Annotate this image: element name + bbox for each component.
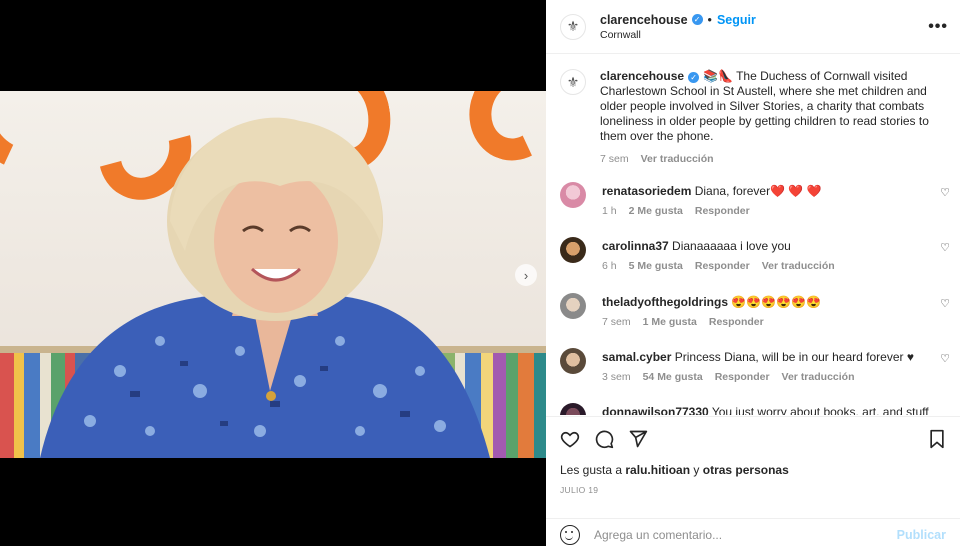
- post-date[interactable]: JULIO 19: [560, 485, 946, 495]
- comment-username[interactable]: samal.cyber: [602, 350, 671, 364]
- verified-badge-icon: ✓: [688, 72, 700, 83]
- heart-icon[interactable]: ♡: [940, 297, 950, 310]
- avatar[interactable]: ⚜: [560, 13, 586, 40]
- comment-item: theladyofthegoldrings 😍😍😍😍😍😍 7 sem 1 Me g…: [560, 293, 954, 330]
- post-actions: Les gusta a ralu.hitioan y otras persona…: [546, 416, 960, 495]
- comment-item: samal.cyber Princess Diana, will be in o…: [560, 348, 954, 385]
- share-icon[interactable]: [628, 429, 648, 453]
- comment-username[interactable]: carolinna37: [602, 239, 669, 253]
- caption-username[interactable]: clarencehouse: [600, 69, 684, 83]
- comment-username[interactable]: donnawilson77330: [602, 405, 709, 415]
- post-caption: ⚜ clarencehouse ✓ 📚👠 The Duchess of Cornwa…: [546, 55, 960, 167]
- translate-link[interactable]: Ver traducción: [782, 370, 855, 385]
- others-link[interactable]: otras personas: [703, 463, 789, 477]
- comment-item: carolinna37 Dianaaaaaa i love you 6 h 5 M…: [560, 237, 954, 274]
- comment-likes[interactable]: 5 Me gusta: [629, 259, 683, 274]
- caption-body: clarencehouse ✓ 📚👠 The Duchess of Cornwall…: [600, 69, 946, 167]
- reply-link[interactable]: Responder: [695, 259, 750, 274]
- comment-text: Diana, forever: [694, 184, 771, 198]
- post-photo: [0, 91, 546, 458]
- header-line: clarencehouse ✓ • Seguir: [600, 13, 928, 27]
- caption-emojis: 📚👠: [703, 69, 733, 83]
- comment-meta: 1 h 2 Me gusta Responder: [602, 204, 954, 219]
- comment-item: renatasoriedem Diana, forever❤️ ❤️ ❤️ 1 …: [560, 182, 954, 219]
- comment-likes[interactable]: 2 Me gusta: [629, 204, 683, 219]
- heart-icon[interactable]: ♡: [940, 241, 950, 254]
- comment-likes[interactable]: 1 Me gusta: [643, 315, 697, 330]
- header-text: clarencehouse ✓ • Seguir Cornwall: [600, 13, 928, 41]
- comment-text-line: renatasoriedem Diana, forever❤️ ❤️ ❤️: [602, 184, 954, 199]
- avatar[interactable]: [560, 293, 586, 319]
- follow-button[interactable]: Seguir: [717, 13, 756, 27]
- liker-username[interactable]: ralu.hitioan: [625, 463, 690, 477]
- bookmark-icon[interactable]: [928, 429, 946, 453]
- avatar[interactable]: [560, 348, 586, 374]
- comment-emoji: ❤️ ❤️ ❤️: [770, 184, 822, 198]
- person-illustration: [40, 117, 490, 458]
- comment-emoji: ♥: [906, 350, 914, 364]
- likes-summary: Les gusta a ralu.hitioan y otras persona…: [560, 463, 946, 477]
- comment-text: Dianaaaaaa i love you: [672, 239, 791, 253]
- heart-icon[interactable]: ♡: [940, 186, 950, 199]
- post-media: ›: [0, 0, 546, 546]
- likes-conj: y: [693, 463, 700, 477]
- post-details-panel: ⚜ clarencehouse ✓ • Seguir Cornwall ••• …: [546, 0, 960, 546]
- comment-username[interactable]: theladyofthegoldrings: [602, 295, 728, 309]
- comment-text-line: samal.cyber Princess Diana, will be in o…: [602, 350, 954, 365]
- comment-body: theladyofthegoldrings 😍😍😍😍😍😍 7 sem 1 Me g…: [602, 295, 954, 330]
- comment-text: Princess Diana, will be in our heard for…: [674, 350, 904, 364]
- post-location[interactable]: Cornwall: [600, 29, 928, 41]
- caption-text-block: clarencehouse ✓ 📚👠 The Duchess of Cornwall…: [600, 69, 946, 144]
- comment-emoji: 😍😍😍😍😍😍: [731, 295, 821, 309]
- comment-body: samal.cyber Princess Diana, will be in o…: [602, 350, 954, 385]
- comment-icon[interactable]: [594, 429, 614, 453]
- comment-text: You just worry about books, art, and stu…: [711, 405, 929, 415]
- comment-username[interactable]: renatasoriedem: [602, 184, 691, 198]
- comment-input[interactable]: [594, 527, 897, 542]
- post-header: ⚜ clarencehouse ✓ • Seguir Cornwall •••: [546, 0, 960, 54]
- caption-time: 7 sem: [600, 153, 629, 165]
- translate-link[interactable]: Ver traducción: [641, 152, 714, 167]
- verified-badge-icon: ✓: [691, 14, 703, 25]
- avatar[interactable]: [560, 237, 586, 263]
- heart-icon[interactable]: ♡: [940, 352, 950, 365]
- comment-item: donnawilson77330 You just worry about bo…: [560, 403, 954, 415]
- comment-time: 6 h: [602, 260, 617, 272]
- avatar[interactable]: [560, 403, 586, 415]
- comment-time: 7 sem: [602, 316, 631, 328]
- reply-link[interactable]: Responder: [715, 370, 770, 385]
- reply-link[interactable]: Responder: [709, 315, 764, 330]
- comment-body: carolinna37 Dianaaaaaa i love you 6 h 5 M…: [602, 239, 954, 274]
- emoji-icon[interactable]: [560, 524, 580, 545]
- publish-button[interactable]: Publicar: [897, 528, 946, 542]
- comment-meta: 3 sem 54 Me gusta Responder Ver traducción: [602, 370, 954, 385]
- chevron-right-icon[interactable]: ›: [515, 264, 537, 286]
- reply-link[interactable]: Responder: [695, 204, 750, 219]
- heart-icon[interactable]: [560, 429, 580, 453]
- avatar[interactable]: [560, 182, 586, 208]
- comment-likes[interactable]: 54 Me gusta: [643, 370, 703, 385]
- comment-body: donnawilson77330 You just worry about bo…: [602, 405, 954, 415]
- comment-composer: Publicar: [546, 518, 960, 546]
- comment-text-line: donnawilson77330 You just worry about bo…: [602, 405, 954, 415]
- author-username[interactable]: clarencehouse: [600, 13, 688, 27]
- caption-meta: 7 sem Ver traducción: [600, 152, 946, 167]
- comment-time: 1 h: [602, 205, 617, 217]
- more-options-icon[interactable]: •••: [928, 18, 948, 36]
- instagram-post-modal: › ⚜ clarencehouse ✓ • Seguir Cornwall ••…: [0, 0, 960, 546]
- comment-text-line: theladyofthegoldrings 😍😍😍😍😍😍: [602, 295, 954, 310]
- comment-text-line: carolinna37 Dianaaaaaa i love you: [602, 239, 954, 254]
- comment-meta: 7 sem 1 Me gusta Responder: [602, 315, 954, 330]
- comment-time: 3 sem: [602, 371, 631, 383]
- comment-body: renatasoriedem Diana, forever❤️ ❤️ ❤️ 1 …: [602, 184, 954, 219]
- separator: •: [707, 12, 712, 27]
- comment-meta: 6 h 5 Me gusta Responder Ver traducción: [602, 259, 954, 274]
- avatar[interactable]: ⚜: [560, 69, 586, 95]
- action-icons: [560, 429, 946, 453]
- translate-link[interactable]: Ver traducción: [762, 259, 835, 274]
- likes-prefix: Les gusta a: [560, 463, 623, 477]
- comments-list: ⚜ clarencehouse ✓ 📚👠 The Duchess of Cornwa…: [546, 55, 960, 415]
